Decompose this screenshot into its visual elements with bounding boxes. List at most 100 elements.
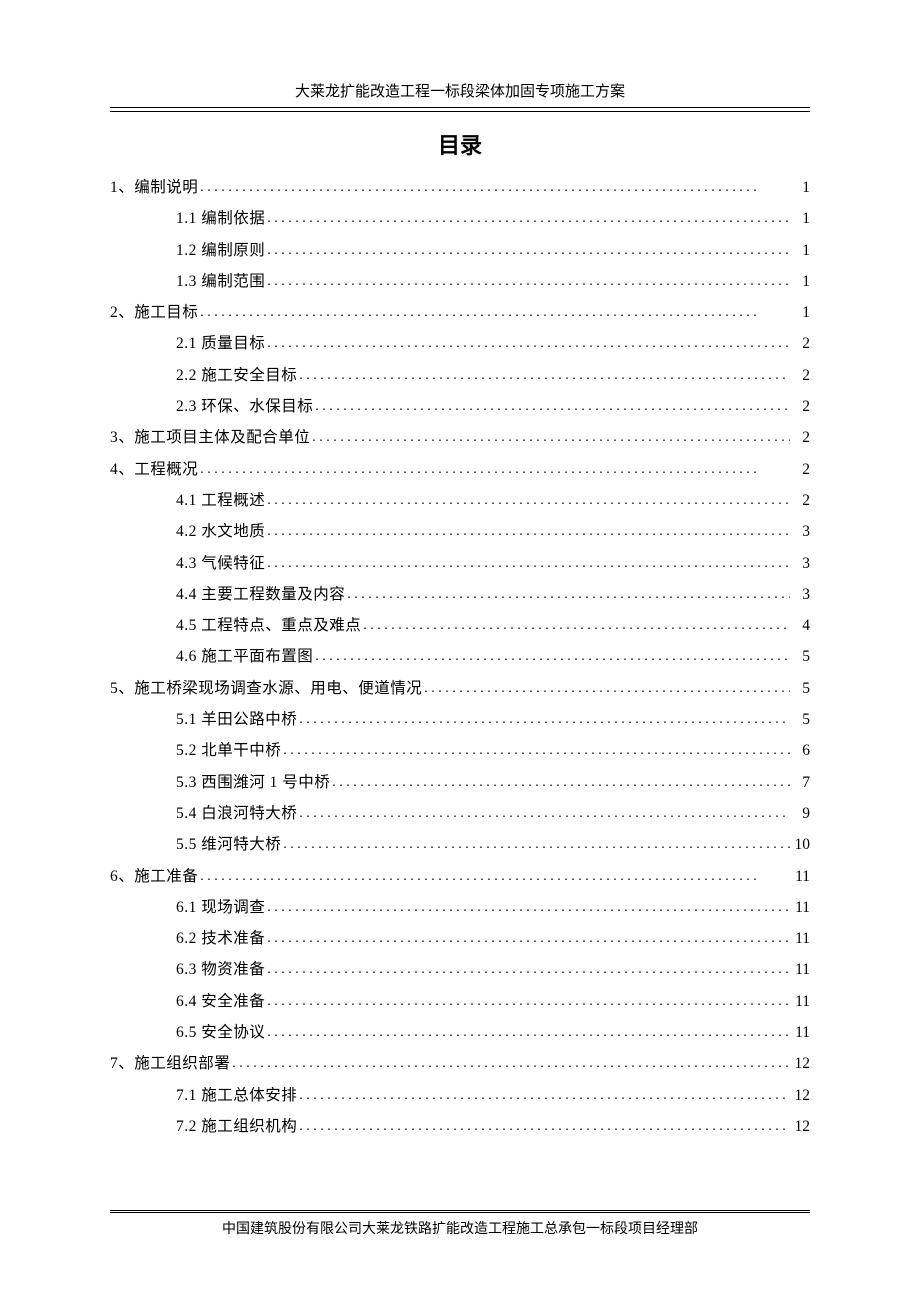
toc-entry: 2、施工目标 1 [110,297,810,328]
toc-page-number: 11 [792,986,810,1017]
toc-entry: 7、施工组织部署 12 [110,1048,810,1079]
toc-label: 4.4 主要工程数量及内容 [176,579,345,610]
toc-page-number: 11 [792,954,810,985]
toc-leader-dots [424,673,790,704]
toc-leader-dots [200,454,790,485]
toc-leader-dots [299,704,790,735]
toc-label: 7、施工组织部署 [110,1048,230,1079]
toc-label: 4.5 工程特点、重点及难点 [176,610,361,641]
toc-label: 5、施工桥梁现场调查水源、用电、便道情况 [110,673,422,704]
toc-entry: 7.2 施工组织机构 12 [110,1111,810,1142]
toc-page-number: 3 [792,548,810,579]
toc-entry: 5.2 北单干中桥 6 [110,735,810,766]
toc-page-number: 5 [792,704,810,735]
toc-label: 3、施工项目主体及配合单位 [110,422,310,453]
toc-label: 6.1 现场调查 [176,892,265,923]
toc-leader-dots [200,297,790,328]
toc-page-number: 9 [792,798,810,829]
toc-entry: 2.3 环保、水保目标 2 [110,391,810,422]
toc-page-number: 12 [792,1048,810,1079]
toc-page-number: 7 [792,767,810,798]
toc-leader-dots [299,360,790,391]
toc-label: 5.3 西围潍河 1 号中桥 [176,767,330,798]
toc-leader-dots [267,266,790,297]
toc-label: 6.5 安全协议 [176,1017,265,1048]
toc-label: 4.2 水文地质 [176,516,265,547]
toc-entry: 4.4 主要工程数量及内容 3 [110,579,810,610]
toc-entry: 4.3 气候特征 3 [110,548,810,579]
toc-label: 1.1 编制依据 [176,203,265,234]
toc-title: 目录 [110,128,810,160]
toc-page-number: 6 [792,735,810,766]
toc-leader-dots [267,516,790,547]
toc-label: 4.1 工程概述 [176,485,265,516]
toc-page-number: 12 [792,1080,810,1111]
toc-label: 6.3 物资准备 [176,954,265,985]
header-rule [110,111,810,112]
toc-entry: 6.4 安全准备 11 [110,986,810,1017]
toc-leader-dots [332,767,790,798]
toc-leader-dots [267,1017,790,1048]
toc-leader-dots [200,172,790,203]
toc-label: 4.6 施工平面布置图 [176,641,313,672]
toc-entry: 5.4 白浪河特大桥 9 [110,798,810,829]
toc-entry: 4.6 施工平面布置图 5 [110,641,810,672]
toc-entry: 6.5 安全协议 11 [110,1017,810,1048]
toc-page-number: 12 [792,1111,810,1142]
document-footer: 中国建筑股份有限公司大莱龙铁路扩能改造工程施工总承包一标段项目经理部 [110,1210,810,1238]
toc-page-number: 11 [792,861,810,892]
toc-label: 6、施工准备 [110,861,198,892]
toc-label: 1、编制说明 [110,172,198,203]
toc-page-number: 2 [792,328,810,359]
toc-leader-dots [200,861,790,892]
toc-page-number: 11 [792,892,810,923]
toc-label: 2.1 质量目标 [176,328,265,359]
toc-entry: 1.3 编制范围 1 [110,266,810,297]
toc-leader-dots [312,422,790,453]
toc-entry: 2.1 质量目标 2 [110,328,810,359]
toc-entry: 1、编制说明 1 [110,172,810,203]
toc-page-number: 2 [792,391,810,422]
toc-leader-dots [299,798,790,829]
toc-page-number: 4 [792,610,810,641]
toc-leader-dots [299,1080,790,1111]
toc-label: 7.2 施工组织机构 [176,1111,297,1142]
toc-label: 1.3 编制范围 [176,266,265,297]
toc-entry: 5.5 维河特大桥 10 [110,829,810,860]
toc-label: 4、工程概况 [110,454,198,485]
toc-leader-dots [283,735,790,766]
toc-leader-dots [363,610,790,641]
toc-entry: 1.2 编制原则 1 [110,235,810,266]
toc-page-number: 1 [792,172,810,203]
toc-page-number: 1 [792,297,810,328]
toc-page-number: 2 [792,454,810,485]
toc-leader-dots [232,1048,790,1079]
toc-entry: 3、施工项目主体及配合单位 2 [110,422,810,453]
toc-label: 7.1 施工总体安排 [176,1080,297,1111]
toc-entry: 4.2 水文地质 3 [110,516,810,547]
toc-entry: 5.1 羊田公路中桥 5 [110,704,810,735]
toc-entry: 5.3 西围潍河 1 号中桥 7 [110,767,810,798]
toc-label: 2、施工目标 [110,297,198,328]
toc-label: 1.2 编制原则 [176,235,265,266]
toc-leader-dots [299,1111,790,1142]
toc-page-number: 11 [792,1017,810,1048]
toc-leader-dots [283,829,790,860]
document-header: 大莱龙扩能改造工程一标段梁体加固专项施工方案 [110,80,810,108]
toc-label: 6.2 技术准备 [176,923,265,954]
toc-label: 5.5 维河特大桥 [176,829,281,860]
toc-page-number: 2 [792,485,810,516]
toc-entry: 4、工程概况 2 [110,454,810,485]
footer-text: 中国建筑股份有限公司大莱龙铁路扩能改造工程施工总承包一标段项目经理部 [110,1212,810,1238]
toc-label: 5.1 羊田公路中桥 [176,704,297,735]
toc-page-number: 2 [792,422,810,453]
toc-page-number: 1 [792,235,810,266]
toc-entry: 4.5 工程特点、重点及难点 4 [110,610,810,641]
toc-entry: 6.2 技术准备 11 [110,923,810,954]
toc-leader-dots [267,235,790,266]
toc-page-number: 11 [792,923,810,954]
toc-page-number: 5 [792,673,810,704]
toc-entry: 4.1 工程概述 2 [110,485,810,516]
toc-leader-dots [315,641,790,672]
toc-label: 2.2 施工安全目标 [176,360,297,391]
